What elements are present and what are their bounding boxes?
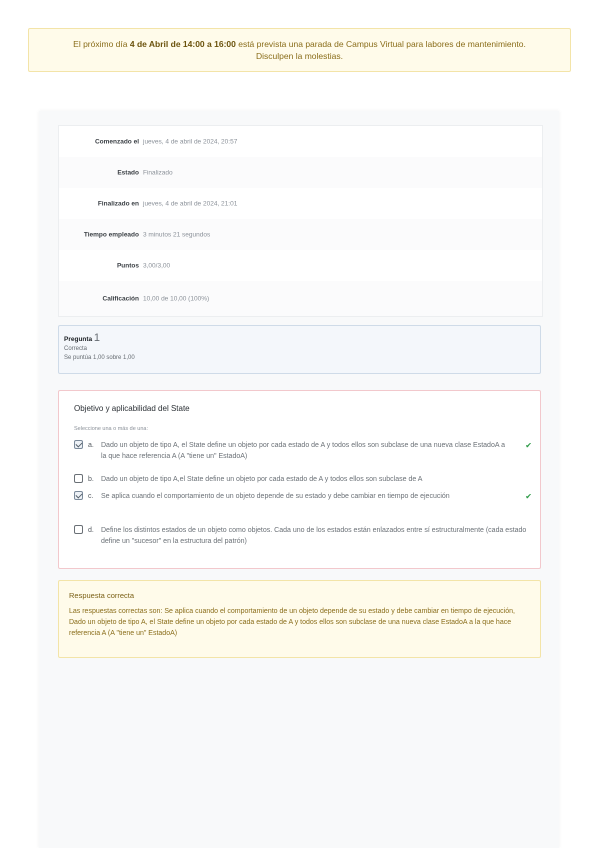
option-c[interactable]: c. Se aplica cuando el comportamiento de… [74, 491, 534, 515]
option-text: Se aplica cuando el comportamiento de un… [101, 493, 450, 500]
question-label: Pregunta [64, 336, 93, 343]
question-prompt: Seleccione una o más de una: [74, 426, 148, 432]
banner-text-post: está prevista una parada de Campus Virtu… [235, 39, 526, 49]
option-d-checkbox[interactable] [74, 525, 83, 534]
correct-check-icon: ✔ [525, 441, 532, 450]
summary-value: 3 minutos 21 segundos [143, 231, 211, 238]
option-text: Dado un objeto de tipo A,el State define… [101, 476, 423, 483]
summary-row-state: Estado Finalizado [59, 157, 542, 188]
correct-check-icon: ✔ [525, 492, 532, 501]
feedback-heading: Respuesta correcta [69, 591, 135, 600]
option-letter: b. [88, 476, 94, 483]
summary-row-points: Puntos 3,00/3,00 [59, 250, 542, 281]
option-letter: d. [88, 527, 94, 534]
summary-label: Puntos [116, 262, 139, 269]
option-letter: a. [88, 442, 94, 449]
summary-label: Calificación [102, 295, 139, 302]
question-number: 1 [93, 332, 100, 344]
banner-line2: Disculpen la molestias. [256, 51, 343, 61]
question-title: Objetivo y aplicabilidad del State [74, 404, 190, 413]
option-b[interactable]: b. Dado un objeto de tipo A,el State def… [74, 474, 534, 486]
question-status: Correcta [64, 346, 88, 352]
summary-value: 3,00/3,00 [143, 262, 171, 269]
option-text: Define los distintos estados de un objet… [101, 527, 527, 545]
summary-row-time: Tiempo empleado 3 minutos 21 segundos [59, 219, 542, 250]
option-b-checkbox[interactable] [74, 474, 83, 483]
summary-value: jueves, 4 de abril de 2024, 20:57 [143, 138, 238, 145]
option-a-checkbox[interactable] [74, 440, 83, 449]
summary-value: 10,00 de 10,00 (100%) [143, 295, 210, 302]
question-card: Objetivo y aplicabilidad del State Selec… [58, 390, 541, 569]
maintenance-banner: El próximo día 4 de Abril de 14:00 a 16:… [28, 28, 571, 72]
option-text: Dado un objeto de tipo A, el State defin… [101, 442, 505, 460]
attempt-summary-table: Comenzado el jueves, 4 de abril de 2024,… [58, 125, 543, 317]
banner-date: 4 de Abril de 14:00 a 16:00 [129, 39, 236, 49]
option-letter: c. [88, 493, 94, 500]
option-c-checkbox[interactable] [74, 491, 83, 500]
feedback-text: Las respuestas correctas son: Se aplica … [69, 608, 515, 637]
question-score: Se puntúa 1,00 sobre 1,00 [64, 355, 135, 361]
summary-label: Comenzado el [94, 138, 139, 145]
option-d[interactable]: d. Define los distintos estados de un ob… [74, 525, 534, 549]
summary-label: Estado [117, 169, 139, 176]
summary-row-grade: Calificación 10,00 de 10,00 (100%) [59, 281, 542, 316]
summary-value: Finalizado [143, 169, 173, 176]
option-a[interactable]: a. Dado un objeto de tipo A, el State de… [74, 440, 534, 464]
summary-label: Finalizado en [97, 200, 139, 207]
summary-value: jueves, 4 de abril de 2024, 21:01 [143, 200, 238, 207]
summary-label: Tiempo empleado [83, 231, 139, 238]
quiz-review-page: Comenzado el jueves, 4 de abril de 2024,… [39, 111, 559, 848]
feedback-box: Respuesta correcta Las respuestas correc… [58, 580, 541, 658]
banner-text-pre: El próximo día [73, 39, 130, 49]
question-info-box: Pregunta 1 Correcta Se puntúa 1,00 sobre… [58, 325, 541, 374]
summary-row-started: Comenzado el jueves, 4 de abril de 2024,… [59, 126, 542, 157]
summary-row-finished: Finalizado en jueves, 4 de abril de 2024… [59, 188, 542, 219]
